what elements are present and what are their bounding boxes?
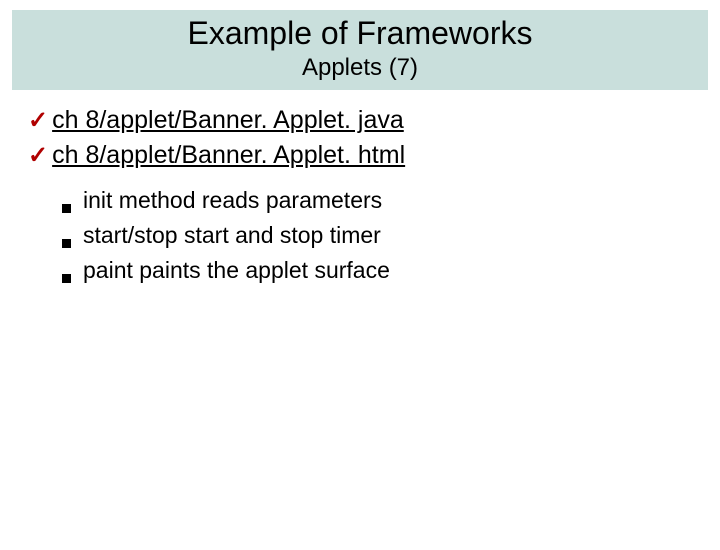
list-item: paint paints the applet surface	[62, 255, 692, 286]
square-bullet-icon	[62, 274, 71, 283]
sub-point-text: paint paints the applet surface	[83, 255, 390, 286]
list-item: init method reads parameters	[62, 185, 692, 216]
check-icon: ✓	[28, 142, 48, 171]
slide-title: Example of Frameworks	[12, 14, 708, 52]
square-bullet-icon	[62, 239, 71, 248]
slide-subtitle: Applets (7)	[12, 54, 708, 82]
link-text[interactable]: ch 8/applet/Banner. Applet. java	[52, 104, 404, 137]
check-icon: ✓	[28, 107, 48, 136]
link-list: ✓ ch 8/applet/Banner. Applet. java ✓ ch …	[28, 104, 692, 171]
list-item: start/stop start and stop timer	[62, 220, 692, 251]
square-bullet-icon	[62, 204, 71, 213]
slide-header: Example of Frameworks Applets (7)	[12, 10, 708, 90]
sub-point-text: init method reads parameters	[83, 185, 382, 216]
slide-content: ✓ ch 8/applet/Banner. Applet. java ✓ ch …	[0, 90, 720, 286]
sub-point-list: init method reads parameters start/stop …	[62, 185, 692, 286]
link-text[interactable]: ch 8/applet/Banner. Applet. html	[52, 139, 405, 172]
list-item: ✓ ch 8/applet/Banner. Applet. java	[28, 104, 692, 137]
list-item: ✓ ch 8/applet/Banner. Applet. html	[28, 139, 692, 172]
sub-point-text: start/stop start and stop timer	[83, 220, 381, 251]
